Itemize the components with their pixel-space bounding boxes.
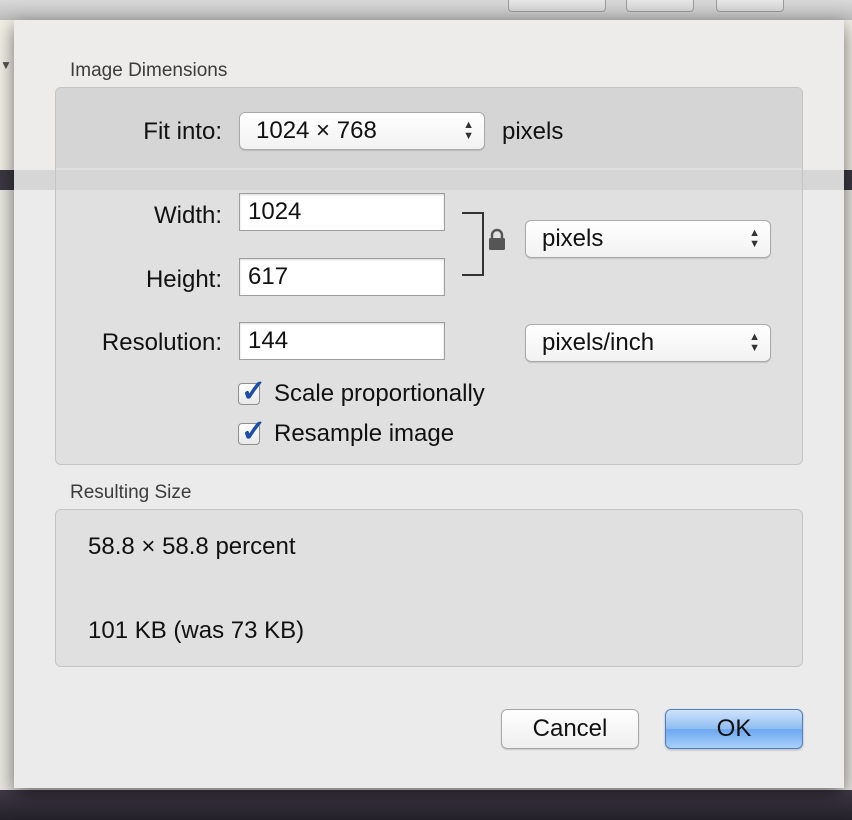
height-field[interactable] [239, 258, 445, 296]
background-triangle-icon: ▼ [0, 58, 12, 72]
fit-into-label: Fit into: [143, 118, 222, 145]
scale-proportionally-label[interactable]: Scale proportionally [274, 380, 485, 408]
adjust-size-dialog: Image Dimensions Fit into: 1024 × 768 ▲ ▼… [14, 20, 844, 788]
resample-image-checkbox[interactable]: ✓ Resample image [238, 415, 454, 449]
resolution-label: Resolution: [101, 329, 222, 356]
up-down-arrows-icon: ▲ ▼ [749, 331, 760, 354]
checkmark-icon: ✓ [241, 375, 267, 408]
background-toolbar-button [508, 0, 606, 12]
up-down-arrows-icon: ▲ ▼ [749, 227, 760, 250]
width-field[interactable] [239, 193, 445, 231]
checkbox-box[interactable]: ✓ [238, 415, 266, 448]
background-window-bottom [0, 790, 852, 820]
fit-into-value: 1024 × 768 [256, 117, 377, 144]
width-label: Width: [153, 202, 222, 229]
checkmark-icon: ✓ [241, 415, 267, 448]
ok-button[interactable]: OK [665, 709, 803, 749]
background-toolbar-button [626, 0, 694, 12]
checkbox-box[interactable]: ✓ [238, 375, 266, 408]
resulting-file-size: 101 KB (was 73 KB) [88, 617, 305, 644]
resolution-unit-popup[interactable]: pixels/inch ▲ ▼ [525, 324, 771, 362]
resulting-size-title: Resulting Size [70, 482, 192, 503]
size-unit-value: pixels [542, 225, 604, 252]
proportion-bracket [462, 212, 484, 276]
resample-image-label[interactable]: Resample image [274, 420, 454, 448]
lock-icon[interactable] [487, 228, 507, 252]
background-window-titlebar [0, 0, 852, 21]
size-unit-popup[interactable]: pixels ▲ ▼ [525, 220, 771, 258]
scale-proportionally-checkbox[interactable]: ✓ Scale proportionally [238, 375, 485, 409]
height-label: Height: [145, 266, 222, 293]
image-dimensions-title: Image Dimensions [70, 60, 228, 81]
resulting-percent: 58.8 × 58.8 percent [88, 533, 296, 560]
fit-into-unit: pixels [502, 118, 564, 145]
cancel-button[interactable]: Cancel [501, 709, 639, 749]
up-down-arrows-icon: ▲ ▼ [463, 119, 474, 142]
fit-into-popup[interactable]: 1024 × 768 ▲ ▼ [239, 112, 485, 150]
resolution-field[interactable] [239, 322, 445, 360]
resolution-unit-value: pixels/inch [542, 329, 655, 356]
background-toolbar-button [716, 0, 784, 12]
